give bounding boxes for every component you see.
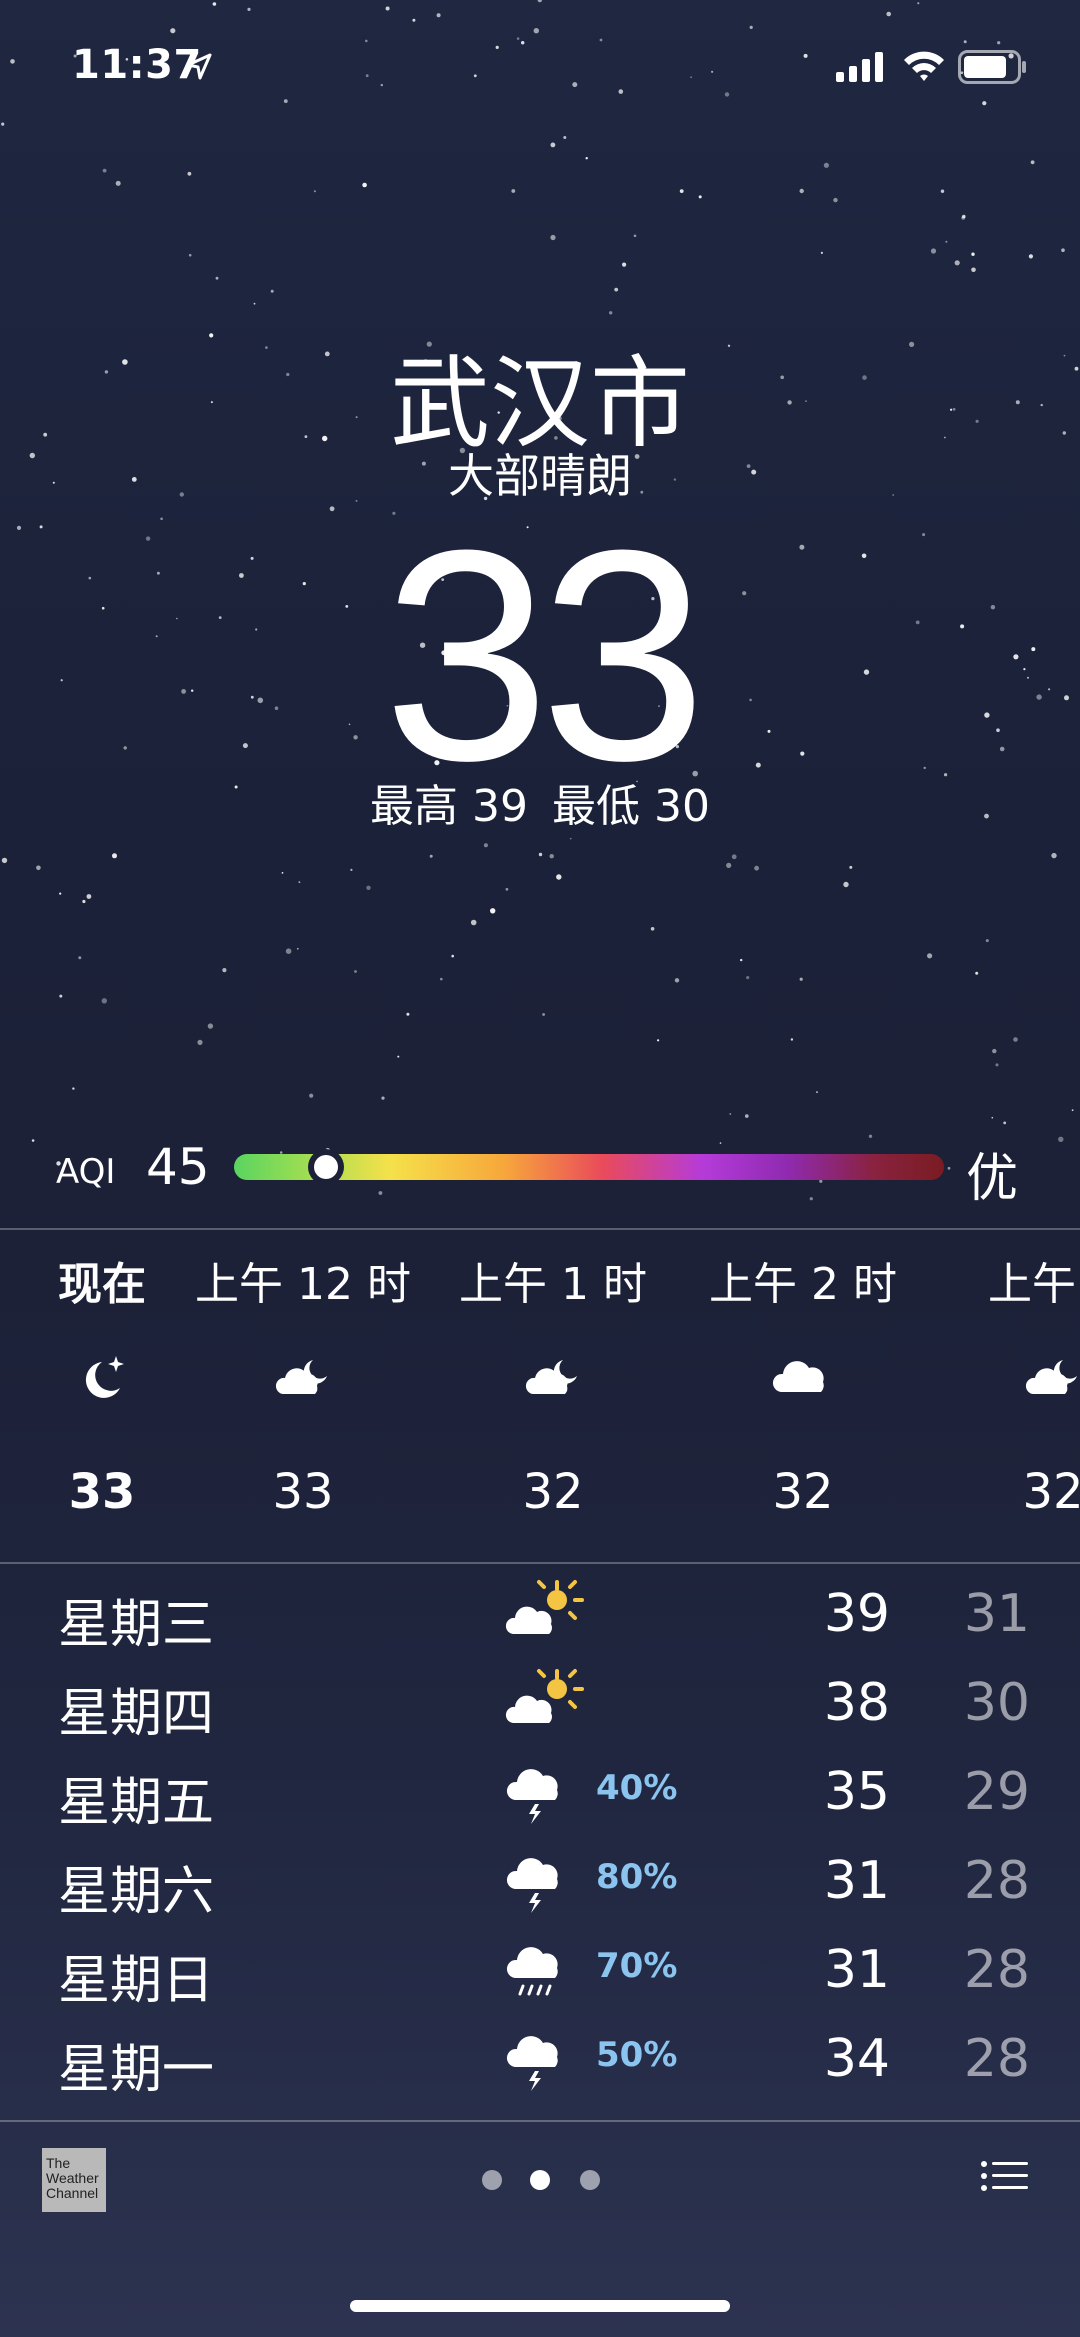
- high-temp: 最高 39: [370, 781, 528, 832]
- day-high: 39: [823, 1584, 890, 1644]
- cloud-moon-icon: [1025, 1360, 1077, 1394]
- current-temperature: 33: [383, 487, 707, 823]
- home-indicator[interactable]: [350, 2300, 730, 2312]
- hour-label: 上午 2 时: [709, 1259, 897, 1310]
- rain-icon: [506, 1947, 558, 1996]
- daily-row: 星期六 80% 31 28: [0, 1839, 1080, 1927]
- weather-channel-logo[interactable]: The Weather Channel: [42, 2148, 106, 2212]
- high-low: 最高 39 最低 30: [0, 770, 1080, 834]
- daily-row: 星期四 38 30: [0, 1661, 1080, 1749]
- day-low: 31: [963, 1584, 1030, 1644]
- list-icon[interactable]: [980, 2160, 1030, 2200]
- cloud-sun-icon: [505, 1580, 584, 1634]
- day-high: 31: [823, 1940, 890, 2000]
- logo-line: The: [46, 2155, 71, 2171]
- signal-icon: [836, 52, 883, 82]
- hour-label: 上午 1 时: [459, 1259, 647, 1310]
- daily-row: 星期五 40% 35 29: [0, 1750, 1080, 1838]
- cloud-moon-icon: [275, 1360, 327, 1394]
- status-time: 11:37: [72, 42, 202, 88]
- day-low: 30: [963, 1673, 1030, 1733]
- precip-chance: 40%: [596, 1768, 678, 1808]
- precip-chance: 70%: [596, 1946, 678, 1986]
- aqi-label: AQI: [56, 1152, 116, 1192]
- day-high: 34: [823, 2029, 890, 2089]
- cloud-icon: [773, 1361, 824, 1392]
- page-dot[interactable]: [580, 2170, 600, 2190]
- precip-chance: 80%: [596, 1857, 678, 1897]
- divider: [0, 1562, 1080, 1564]
- battery-icon: [958, 50, 1026, 84]
- day-low: 28: [963, 2029, 1030, 2089]
- cloud-moon-icon: [525, 1360, 577, 1394]
- logo-line: Weather: [46, 2170, 99, 2186]
- cloud-sun-icon: [505, 1669, 584, 1723]
- thunderstorm-icon: [506, 2036, 558, 2091]
- day-high: 31: [823, 1851, 890, 1911]
- page-dot-active[interactable]: [530, 2170, 550, 2190]
- divider: [0, 2120, 1080, 2122]
- daily-row: 星期一 50% 34 28: [0, 2017, 1080, 2105]
- hour-temp: 32: [522, 1464, 584, 1520]
- daily-row: 星期三 39 31: [0, 1572, 1080, 1660]
- aqi-value: 45: [146, 1138, 210, 1196]
- thunderstorm-icon: [506, 1769, 558, 1824]
- day-name: 星期四: [58, 1684, 215, 1744]
- hour-label: 上午 3: [988, 1259, 1080, 1310]
- hour-label: 上午 12 时: [195, 1259, 411, 1310]
- aqi-grade: 优: [966, 1149, 1019, 1209]
- hourly-forecast[interactable]: 现在 33 上午 12 时 33 上午 1 时 32 上午 2 时 32 上午 …: [0, 1228, 1080, 1562]
- low-temp: 最低 30: [552, 781, 710, 832]
- daily-row: 星期日 70% 31 28: [0, 1928, 1080, 2016]
- day-name: 星期日: [58, 1951, 215, 2011]
- precip-chance: 50%: [596, 2035, 678, 2075]
- day-name: 星期五: [58, 1773, 215, 1833]
- day-name: 星期一: [58, 2040, 215, 2100]
- location-arrow-icon: [186, 53, 212, 80]
- hour-temp: 32: [772, 1464, 834, 1520]
- hour-temp: 32: [1022, 1464, 1080, 1520]
- logo-line: Channel: [46, 2185, 99, 2201]
- wifi-icon: [904, 51, 944, 81]
- page-dot[interactable]: [482, 2170, 502, 2190]
- hour-temp: 33: [272, 1464, 334, 1520]
- moon-stars-icon: [85, 1356, 124, 1398]
- day-low: 28: [963, 1851, 1030, 1911]
- day-low: 28: [963, 1940, 1030, 2000]
- thunderstorm-icon: [506, 1858, 558, 1913]
- day-high: 38: [823, 1673, 890, 1733]
- day-name: 星期六: [58, 1862, 215, 1922]
- day-name: 星期三: [58, 1595, 215, 1655]
- day-low: 29: [963, 1762, 1030, 1822]
- day-high: 35: [823, 1762, 890, 1822]
